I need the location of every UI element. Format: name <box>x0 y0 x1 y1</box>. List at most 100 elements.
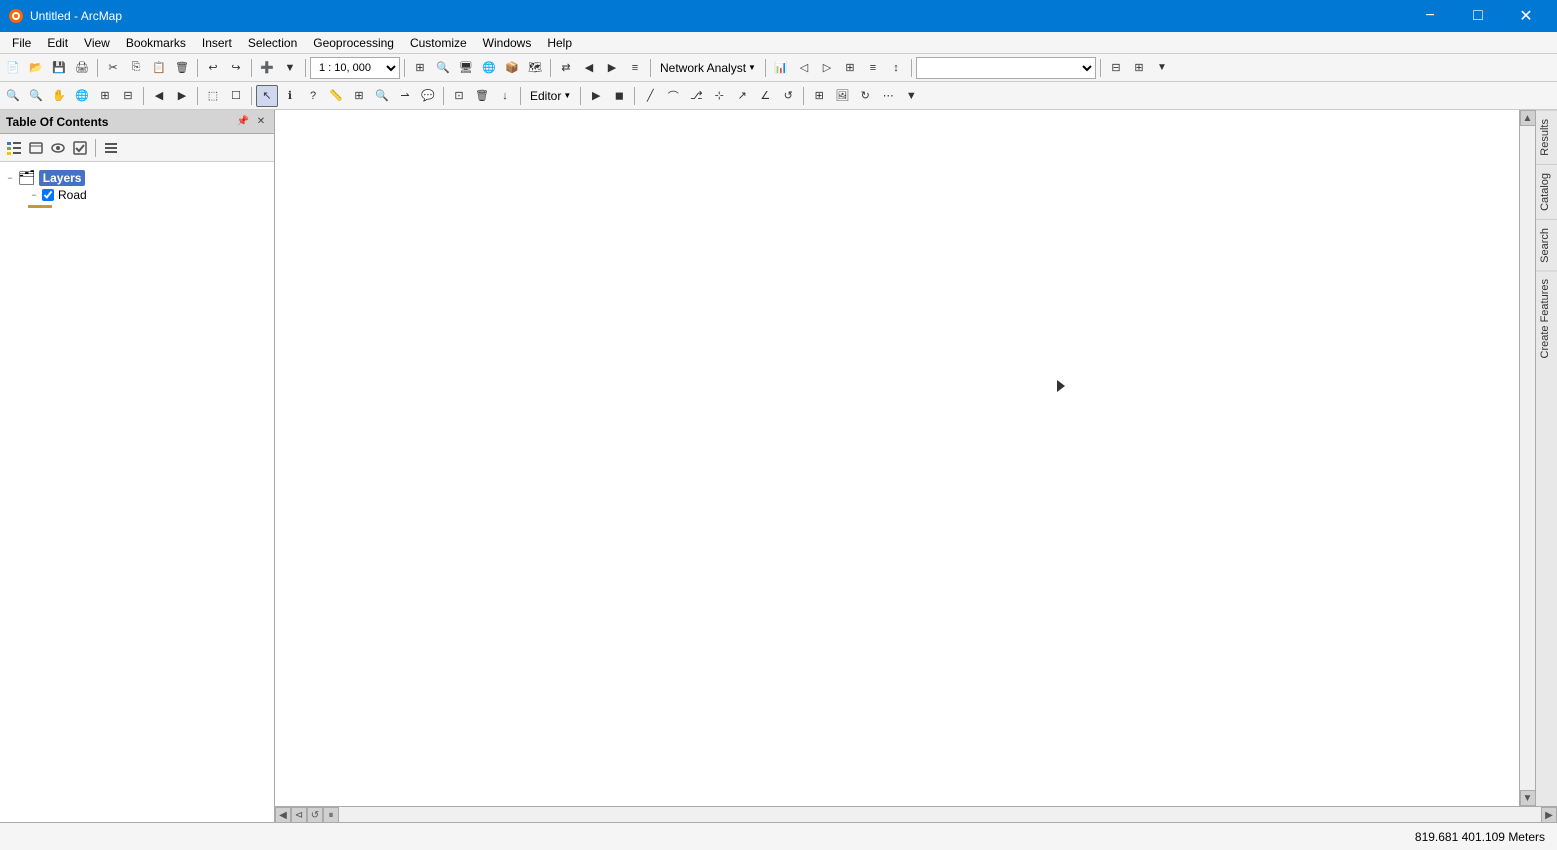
menu-file[interactable]: File <box>4 34 39 52</box>
refresh-button[interactable]: ↺ <box>307 807 323 822</box>
sel-clear[interactable]: 🗑 <box>471 85 493 107</box>
toc-tab-source[interactable] <box>26 138 46 158</box>
back-nav[interactable]: ◀ <box>148 85 170 107</box>
toc-layer-road-row[interactable]: − Road <box>0 187 274 203</box>
scroll-track-vertical[interactable] <box>1520 126 1535 790</box>
na-btn3[interactable]: ▷ <box>816 57 838 79</box>
new-button[interactable]: 📄 <box>2 57 24 79</box>
arrow-select[interactable]: ↖ <box>256 85 278 107</box>
search-btn[interactable]: 🔍 <box>371 85 393 107</box>
na-extra2[interactable]: ⊞ <box>1128 57 1150 79</box>
toc-group-row[interactable]: − 🗂 Layers <box>0 168 274 187</box>
pause-button[interactable]: ⏸ <box>323 807 339 822</box>
na-extra3[interactable]: ▼ <box>1151 57 1173 79</box>
select-btn[interactable]: ⬚ <box>202 85 224 107</box>
route-btn[interactable]: ⇀ <box>394 85 416 107</box>
menu-view[interactable]: View <box>76 34 118 52</box>
scene2-btn[interactable]: 🗺 <box>524 57 546 79</box>
sketch-tangent[interactable]: ⌒ <box>662 85 684 107</box>
menu-windows[interactable]: Windows <box>475 34 540 52</box>
redo-button[interactable]: ↪ <box>225 57 247 79</box>
sel-down[interactable]: ↓ <box>494 85 516 107</box>
edit-stop[interactable]: ◼ <box>608 85 630 107</box>
scroll-track-horizontal[interactable] <box>339 807 1541 822</box>
na-extra1[interactable]: ⊟ <box>1105 57 1127 79</box>
menu-geoprocessing[interactable]: Geoprocessing <box>305 34 402 52</box>
attr-table[interactable]: ⊞ <box>808 85 830 107</box>
edit-play[interactable]: ▶ <box>585 85 607 107</box>
editor-menu[interactable]: Editor ▼ <box>525 87 576 105</box>
add-data-button[interactable]: ➕ <box>256 57 278 79</box>
scroll-left-button[interactable]: ◀ <box>275 807 291 822</box>
menu-selection[interactable]: Selection <box>240 34 305 52</box>
menu-help[interactable]: Help <box>539 34 580 52</box>
toggle-btn[interactable]: ⇄ <box>555 57 577 79</box>
print-button[interactable]: 🖨 <box>71 57 93 79</box>
toc-layer-expand[interactable]: − <box>28 189 40 201</box>
hand-btn[interactable]: ✋ <box>48 85 70 107</box>
right-tab-search[interactable]: Search <box>1536 219 1557 271</box>
toc-close-button[interactable]: ✕ <box>254 115 268 129</box>
measure-btn[interactable]: 📏 <box>325 85 347 107</box>
toolbar-expand[interactable]: ▼ <box>900 85 922 107</box>
na-btn6[interactable]: ↕ <box>885 57 907 79</box>
extent-full[interactable]: ⊞ <box>94 85 116 107</box>
sketch-angle[interactable]: ∠ <box>754 85 776 107</box>
toc-options-button[interactable] <box>101 138 121 158</box>
copy-button[interactable]: ⎘ <box>125 57 147 79</box>
na-btn1[interactable]: 📊 <box>770 57 792 79</box>
toc-pin-button[interactable]: 📌 <box>236 115 250 129</box>
globe-btn[interactable]: 🌐 <box>478 57 500 79</box>
fixed-zoom-btn[interactable]: ⊞ <box>409 57 431 79</box>
magnifier-btn[interactable]: 🔍 <box>432 57 454 79</box>
sketch-undo[interactable]: ↺ <box>777 85 799 107</box>
toc-collapse-icon[interactable]: − <box>4 172 16 184</box>
zoom-out-btn[interactable]: 🔍 <box>25 85 47 107</box>
zoom-in-btn[interactable]: 🔍 <box>2 85 24 107</box>
menu-edit[interactable]: Edit <box>39 34 76 52</box>
more-tools[interactable]: ⋯ <box>877 85 899 107</box>
save-button[interactable]: 💾 <box>48 57 70 79</box>
menu-customize[interactable]: Customize <box>402 34 475 52</box>
map-canvas[interactable] <box>275 110 1519 806</box>
scale-dropdown[interactable]: 1 : 10, 000 <box>310 57 400 79</box>
right-tab-create-features[interactable]: Create Features <box>1536 270 1557 366</box>
right-tab-catalog[interactable]: Catalog <box>1536 164 1557 219</box>
minimize-button[interactable]: − <box>1407 0 1453 32</box>
na-btn5[interactable]: ≡ <box>862 57 884 79</box>
menu-insert[interactable]: Insert <box>194 34 240 52</box>
toc-tab-selection[interactable] <box>70 138 90 158</box>
extent-sel[interactable]: ⊟ <box>117 85 139 107</box>
zoom-prev[interactable]: ◀ <box>578 57 600 79</box>
html-popup[interactable]: 💬 <box>417 85 439 107</box>
sketch-line[interactable]: ╱ <box>639 85 661 107</box>
sketch-more2[interactable]: ↗ <box>731 85 753 107</box>
maximize-button[interactable]: □ <box>1455 0 1501 32</box>
add-data-arrow[interactable]: ▼ <box>279 57 301 79</box>
na-btn2[interactable]: ◁ <box>793 57 815 79</box>
toc-tab-list[interactable] <box>4 138 24 158</box>
fwd-nav[interactable]: ▶ <box>171 85 193 107</box>
rotate-btn[interactable]: ↻ <box>854 85 876 107</box>
identify-btn[interactable]: ℹ <box>279 85 301 107</box>
network-analyst-menu[interactable]: Network Analyst ▼ <box>655 59 761 77</box>
scene-btn[interactable]: 📦 <box>501 57 523 79</box>
menu-bookmarks[interactable]: Bookmarks <box>118 34 194 52</box>
globe2-btn[interactable]: 🌐 <box>71 85 93 107</box>
select2-btn[interactable]: ☐ <box>225 85 247 107</box>
close-button[interactable]: ✕ <box>1503 0 1549 32</box>
sketch-more1[interactable]: ⊹ <box>708 85 730 107</box>
sketch-split[interactable]: ⎇ <box>685 85 707 107</box>
options-btn[interactable]: ≡ <box>624 57 646 79</box>
find-btn[interactable]: ? <box>302 85 324 107</box>
na-btn4[interactable]: ⊞ <box>839 57 861 79</box>
paste-button[interactable]: 📋 <box>148 57 170 79</box>
toc-tab-visibility[interactable] <box>48 138 68 158</box>
scroll-down-button[interactable]: ▼ <box>1520 790 1536 806</box>
scroll-right-button[interactable]: ▶ <box>1541 807 1557 822</box>
viewer-btn[interactable]: 🖥 <box>455 57 477 79</box>
nav-left-button[interactable]: ⊲ <box>291 807 307 822</box>
sel-features[interactable]: ⊡ <box>448 85 470 107</box>
na-layer-dropdown[interactable] <box>916 57 1096 79</box>
delete-button[interactable]: 🗑 <box>171 57 193 79</box>
